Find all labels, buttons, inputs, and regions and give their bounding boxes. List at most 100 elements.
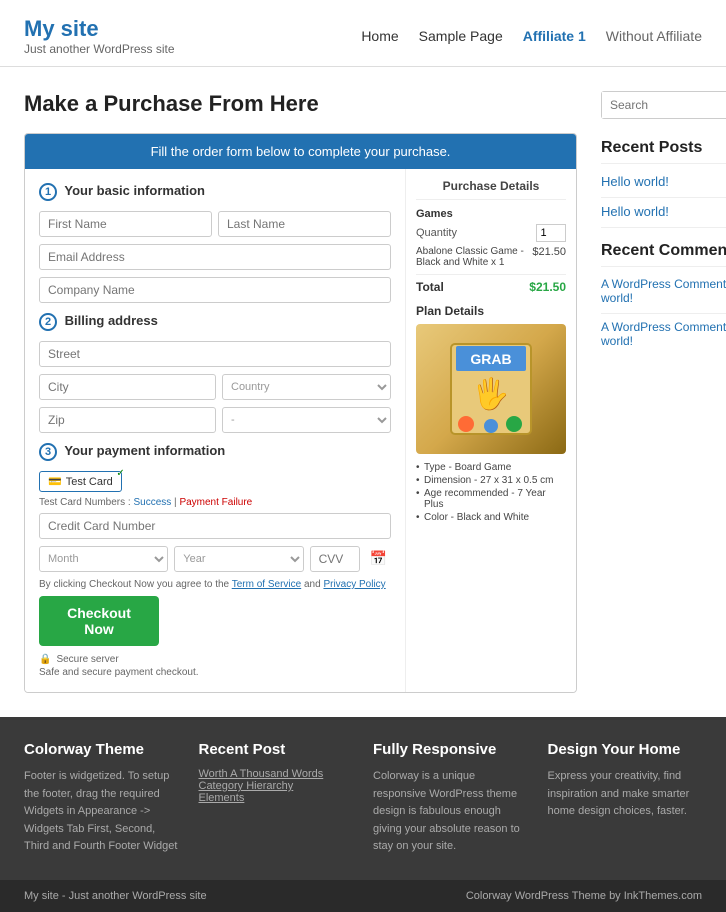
nav-sample-page[interactable]: Sample Page [419, 28, 503, 44]
footer-recent-link-3[interactable]: Elements [199, 792, 354, 804]
footer-col-2: Recent Post Worth A Thousand Words Categ… [199, 741, 354, 856]
expiry-row: Month Year 📅 [39, 546, 391, 572]
product-specs: Type - Board Game Dimension - 27 x 31 x … [416, 462, 566, 523]
checkout-box: Fill the order form below to complete yo… [24, 133, 577, 693]
card-badge[interactable]: 💳 Test Card ✓ [39, 471, 122, 492]
commenter-1[interactable]: A WordPress Commenter [601, 277, 726, 291]
footer-recent-link-1[interactable]: Worth A Thousand Words [199, 768, 354, 780]
state-select[interactable]: - [222, 407, 391, 433]
company-input[interactable] [39, 277, 391, 303]
footer-col-4: Design Your Home Express your creativity… [548, 741, 703, 856]
footer-bottom-left: My site - Just another WordPress site [24, 890, 207, 902]
section2-num: 2 [39, 313, 57, 331]
comment-2: A WordPress Commenter on Hello world! [601, 320, 726, 348]
search-input[interactable] [602, 92, 726, 118]
checkout-header: Fill the order form below to complete yo… [25, 134, 576, 169]
main-nav: Home Sample Page Affiliate 1 Without Aff… [361, 28, 702, 44]
footer-col3-title: Fully Responsive [373, 741, 528, 758]
product-category: Games [416, 208, 566, 220]
credit-card-icon: 💳 [48, 475, 62, 488]
email-row [39, 244, 391, 270]
billing-section: 2 Billing address Country [39, 313, 391, 433]
page-title: Make a Purchase From Here [24, 91, 577, 117]
footer-col-1: Colorway Theme Footer is widgetized. To … [24, 741, 179, 856]
checkout-button[interactable]: Checkout Now [39, 596, 159, 646]
email-input[interactable] [39, 244, 391, 270]
section1-num: 1 [39, 183, 57, 201]
card-label: Test Card [66, 476, 113, 488]
product-svg: GRAB 🖐️ [446, 334, 536, 444]
payment-section: 3 Your payment information 💳 Test Card ✓… [39, 443, 391, 678]
svg-text:GRAB: GRAB [470, 351, 511, 367]
post-link-2[interactable]: Hello world! [601, 204, 726, 219]
terms-note: By clicking Checkout Now you agree to th… [39, 579, 391, 590]
footer-col3-text: Colorway is a unique responsive WordPres… [373, 768, 528, 856]
checkout-right: Purchase Details Games Quantity Abalone … [406, 169, 576, 692]
footer-col-3: Fully Responsive Colorway is a unique re… [373, 741, 528, 856]
spec-type: Type - Board Game [416, 462, 566, 473]
cvv-input[interactable] [310, 546, 360, 572]
divider2 [601, 227, 726, 228]
footer-recent-link-2[interactable]: Category Hierarchy [199, 780, 354, 792]
secure-note: Safe and secure payment checkout. [39, 667, 391, 678]
site-tagline: Just another WordPress site [24, 42, 175, 56]
footer-bottom-right: Colorway WordPress Theme by InkThemes.co… [466, 890, 702, 902]
nav-home[interactable]: Home [361, 28, 398, 44]
content-area: Make a Purchase From Here Fill the order… [24, 91, 577, 693]
qty-row: Quantity [416, 224, 566, 242]
street-input[interactable] [39, 341, 391, 367]
city-country-row: Country [39, 374, 391, 400]
main-wrapper: Make a Purchase From Here Fill the order… [0, 67, 726, 717]
footer-col4-title: Design Your Home [548, 741, 703, 758]
divider1 [601, 197, 726, 198]
spec-age: Age recommended - 7 Year Plus [416, 488, 566, 510]
purchase-details-title: Purchase Details [416, 179, 566, 200]
comment-1: A WordPress Commenter on Hello world! [601, 277, 726, 305]
section3-num: 3 [39, 443, 57, 461]
cc-row [39, 513, 391, 539]
year-select[interactable]: Year [174, 546, 303, 572]
country-select[interactable]: Country [222, 374, 391, 400]
checkout-body: 1 Your basic information [25, 169, 576, 692]
total-row: Total $21.50 [416, 274, 566, 294]
zip-input[interactable] [39, 407, 216, 433]
section3-title: 3 Your payment information [39, 443, 391, 461]
street-row [39, 341, 391, 367]
success-link[interactable]: Success [133, 497, 171, 508]
commenter-2[interactable]: A WordPress Commenter [601, 320, 726, 334]
month-select[interactable]: Month [39, 546, 168, 572]
cc-input[interactable] [39, 513, 391, 539]
city-input[interactable] [39, 374, 216, 400]
terms-link[interactable]: Term of Service [232, 579, 301, 590]
site-header: My site Just another WordPress site Home… [0, 0, 726, 67]
recent-posts-title: Recent Posts [601, 139, 726, 164]
footer-col4-text: Express your creativity, find inspiratio… [548, 768, 703, 821]
post-link-1[interactable]: Hello world! [601, 174, 726, 189]
total-price: $21.50 [529, 280, 566, 294]
quantity-input[interactable] [536, 224, 566, 242]
footer-col1-title: Colorway Theme [24, 741, 179, 758]
section1-title: 1 Your basic information [39, 183, 391, 201]
recent-comments-title: Recent Comments [601, 242, 726, 267]
check-icon: ✓ [116, 468, 124, 479]
product-price: $21.50 [532, 246, 566, 268]
spec-dimension: Dimension - 27 x 31 x 0.5 cm [416, 475, 566, 486]
sidebar: 🔍 Recent Posts Hello world! Hello world!… [601, 91, 726, 693]
calendar-icon: 📅 [366, 546, 391, 572]
failure-link[interactable]: Payment Failure [179, 497, 252, 508]
spec-color: Color - Black and White [416, 512, 566, 523]
product-line: Abalone Classic Game - Black and White x… [416, 246, 566, 268]
product-image: GRAB 🖐️ [416, 324, 566, 454]
name-row [39, 211, 391, 237]
privacy-link[interactable]: Privacy Policy [323, 579, 385, 590]
company-row [39, 277, 391, 303]
footer-col1-text: Footer is widgetized. To setup the foote… [24, 768, 179, 856]
firstname-input[interactable] [39, 211, 212, 237]
nav-without-affiliate[interactable]: Without Affiliate [606, 28, 702, 44]
divider3 [601, 313, 726, 314]
secure-label: Secure server [56, 654, 118, 665]
footer-bottom: My site - Just another WordPress site Co… [0, 880, 726, 912]
lastname-input[interactable] [218, 211, 391, 237]
site-title: My site [24, 16, 175, 42]
nav-affiliate1[interactable]: Affiliate 1 [523, 28, 586, 44]
